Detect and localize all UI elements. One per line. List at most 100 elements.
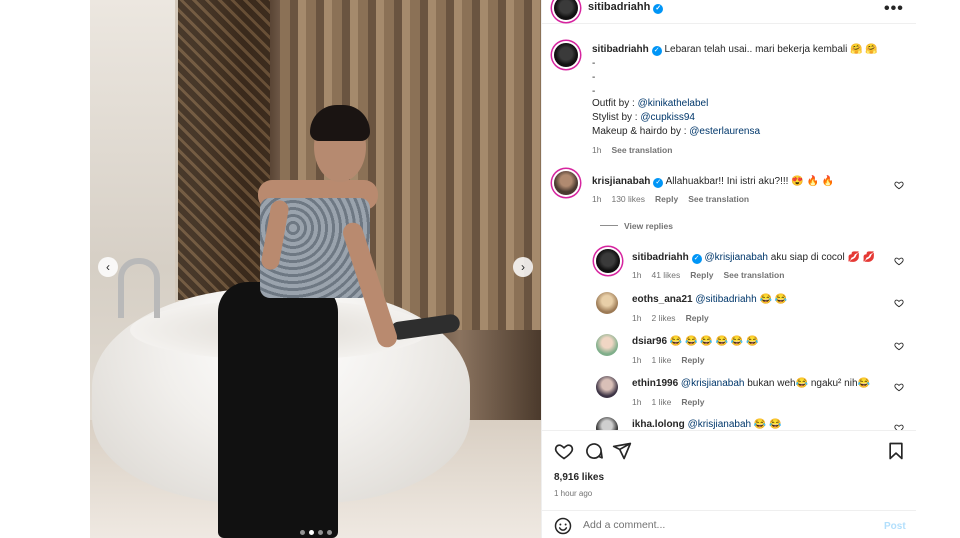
reply-mention[interactable]: @krisjianabah — [681, 378, 745, 389]
avatar[interactable] — [596, 417, 618, 430]
share-icon[interactable] — [612, 441, 632, 461]
carousel-next-button[interactable]: › — [513, 257, 533, 277]
verified-icon: ✓ — [651, 46, 662, 56]
reply-meta: 1h 2 likes Reply — [632, 313, 719, 323]
comment-username[interactable]: krisjianabah — [592, 176, 650, 187]
reply-text: ikha.lolong @krisjianabah 😂 😂 — [632, 418, 782, 430]
reply-likes[interactable]: 2 likes — [651, 313, 675, 323]
reply-link[interactable]: Reply — [681, 355, 704, 365]
reply-username[interactable]: eoths_ana21 — [632, 294, 693, 305]
reply-body: 😂 😂 😂 😂 😂 😂 — [669, 336, 759, 347]
more-options-icon[interactable]: ••• — [884, 0, 904, 18]
reply-mention[interactable]: @krisjianabah — [688, 419, 752, 430]
verified-icon: ✓ — [691, 254, 702, 264]
add-comment-bar: Post — [542, 510, 917, 538]
username-link[interactable]: sitibadriahh — [588, 1, 650, 13]
figure-pants — [218, 282, 338, 538]
avatar[interactable] — [596, 292, 618, 314]
reply-time: 1h — [632, 397, 642, 407]
comment-likes[interactable]: 130 likes — [611, 194, 645, 204]
see-translation-link[interactable]: See translation — [723, 270, 784, 280]
like-comment-heart-icon[interactable] — [894, 298, 904, 308]
verified-icon: ✓ — [653, 178, 664, 188]
carousel-dot-active — [309, 530, 314, 535]
avatar[interactable] — [554, 43, 578, 67]
caption-username[interactable]: sitibadriahh — [592, 44, 649, 55]
post-comment-button[interactable]: Post — [884, 521, 906, 532]
stylist-mention[interactable]: @cupkiss94 — [640, 112, 695, 123]
reply-text: dsiar96 😂 😂 😂 😂 😂 😂 — [632, 335, 758, 348]
caption-body: Lebaran telah usai.. mari bekerja kembal… — [664, 44, 878, 55]
reply-username[interactable]: dsiar96 — [632, 336, 667, 347]
avatar[interactable] — [554, 171, 578, 195]
like-comment-heart-icon[interactable] — [894, 382, 904, 392]
reply-text: ethin1996 @krisjianabah bukan weh😂 ngaku… — [632, 377, 870, 390]
reply-link[interactable]: Reply — [681, 397, 704, 407]
post-time: 1 hour ago — [554, 489, 593, 498]
comment-icon[interactable] — [584, 441, 604, 461]
carousel-prev-button[interactable]: ‹ — [98, 257, 118, 277]
likes-count[interactable]: 8,916 likes — [554, 472, 604, 483]
reply-body: aku siap di cocol 💋 💋 — [767, 252, 876, 263]
carousel-dot — [318, 530, 323, 535]
reply-likes[interactable]: 1 like — [651, 397, 671, 407]
caption-dash: - — [592, 58, 596, 69]
comments-list[interactable]: sitibadriahh ✓ Lebaran telah usai.. mari … — [542, 25, 917, 430]
reply-mention[interactable]: @sitibadriahh — [695, 294, 756, 305]
reply-username[interactable]: ikha.lolong — [632, 419, 685, 430]
comment-text: krisjianabah ✓ Allahuakbar!! Ini istri ak… — [592, 175, 834, 188]
outfit-mention[interactable]: @kinikathelabel — [638, 98, 709, 109]
reply-likes[interactable]: 1 like — [651, 355, 671, 365]
reply-time: 1h — [632, 270, 642, 280]
post-panel: sitibadriahh ✓ ••• sitibadriahh ✓ Lebaran … — [541, 0, 917, 538]
carousel-dots — [300, 530, 332, 535]
verified-icon: ✓ — [653, 4, 664, 14]
stylist-label: Stylist by : — [592, 112, 641, 123]
like-comment-heart-icon[interactable] — [894, 256, 904, 266]
reply-mention[interactable]: @krisjianabah — [704, 252, 768, 263]
reply-username[interactable]: sitibadriahh — [632, 252, 689, 263]
like-comment-heart-icon[interactable] — [894, 180, 904, 190]
comment-meta: 1h 130 likes Reply See translation — [592, 194, 759, 204]
avatar[interactable] — [596, 376, 618, 398]
see-translation-link[interactable]: See translation — [688, 194, 749, 204]
makeup-mention[interactable]: @esterlaurensa — [689, 126, 760, 137]
avatar[interactable] — [554, 0, 578, 20]
bookmark-icon[interactable] — [886, 441, 906, 461]
comment-time: 1h — [592, 194, 602, 204]
reply-link[interactable]: Reply — [690, 270, 713, 280]
caption-meta: 1h See translation — [592, 145, 682, 155]
left-gutter — [0, 0, 90, 538]
avatar[interactable] — [596, 249, 620, 273]
like-comment-heart-icon[interactable] — [894, 423, 904, 430]
reply-body: 😂 😂 — [756, 294, 788, 305]
header-username[interactable]: sitibadriahh ✓ — [588, 1, 664, 14]
caption-makeup: Makeup & hairdo by : @esterlaurensa — [592, 125, 760, 138]
heart-icon[interactable] — [554, 441, 574, 461]
reply-username[interactable]: ethin1996 — [632, 378, 678, 389]
reply-meta: 1h 41 likes Reply See translation — [632, 270, 794, 280]
carousel-dot — [300, 530, 305, 535]
chevron-left-icon: ‹ — [106, 260, 110, 274]
wooden-screen — [178, 0, 270, 300]
like-comment-heart-icon[interactable] — [894, 341, 904, 351]
carousel-dot — [327, 530, 332, 535]
post-photo[interactable] — [90, 0, 541, 538]
reply-likes[interactable]: 41 likes — [651, 270, 680, 280]
reply-meta: 1h 1 like Reply — [632, 355, 714, 365]
emoji-icon[interactable] — [554, 517, 572, 535]
reply-meta: 1h 1 like Reply — [632, 397, 714, 407]
comment-body: Allahuakbar!! Ini istri aku?!!! 😍 🔥 🔥 — [665, 176, 835, 187]
view-replies-link[interactable]: View replies — [624, 221, 673, 231]
add-comment-input[interactable] — [583, 517, 873, 533]
chevron-right-icon: › — [521, 260, 525, 274]
avatar[interactable] — [596, 334, 618, 356]
reply-text: sitibadriahh ✓ @krisjianabah aku siap di … — [632, 251, 875, 264]
caption-text: sitibadriahh ✓ Lebaran telah usai.. mari … — [592, 43, 878, 56]
faucet — [118, 258, 160, 318]
reply-link[interactable]: Reply — [655, 194, 678, 204]
see-translation-link[interactable]: See translation — [611, 145, 672, 155]
reply-link[interactable]: Reply — [686, 313, 709, 323]
makeup-label: Makeup & hairdo by : — [592, 126, 690, 137]
post-actions: 8,916 likes 1 hour ago — [542, 430, 917, 500]
